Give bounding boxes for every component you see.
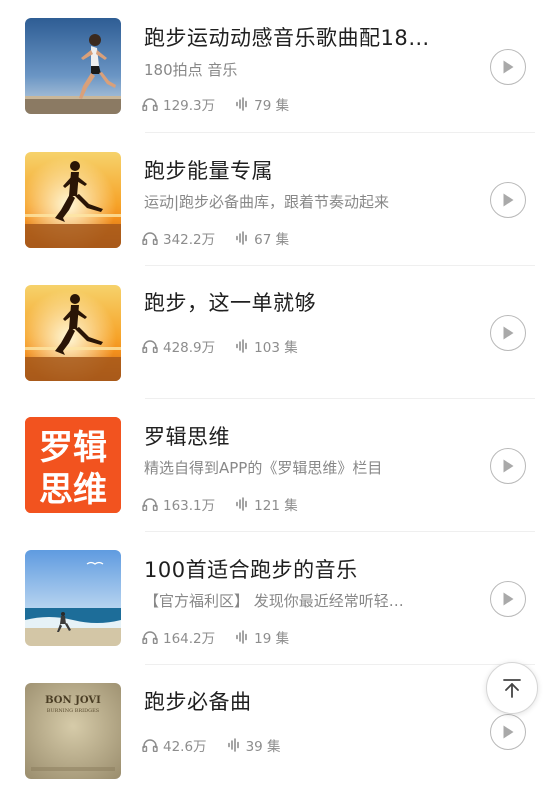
cover-text: 思维 xyxy=(39,470,107,510)
headphones-icon xyxy=(142,98,158,111)
cover-image[interactable]: 罗辑 思维 xyxy=(25,417,121,513)
headphones-icon xyxy=(142,739,158,752)
playlist-title[interactable]: 跑步，这一单就够 xyxy=(144,289,464,317)
playlist-meta: 342.2万 67 集 xyxy=(142,228,309,248)
play-count: 428.9万 xyxy=(142,336,215,356)
episode-count-value: 39 集 xyxy=(245,739,281,755)
headphones-icon xyxy=(142,631,158,644)
episode-count: 39 集 xyxy=(227,735,281,755)
audio-wave-icon xyxy=(236,339,247,353)
cover-text: BURNING BRIDGES xyxy=(47,708,100,714)
play-count-value: 163.1万 xyxy=(163,498,216,514)
playlist-subtitle: 180拍点 音乐 xyxy=(144,61,238,79)
playlist-subtitle: 【官方福利区】 发现你最近经常听轻… xyxy=(144,592,404,610)
runner-sunset-image xyxy=(25,285,121,381)
cover-image[interactable] xyxy=(25,285,121,381)
back-to-top-button[interactable] xyxy=(486,662,538,714)
playlist-subtitle: 精选自得到APP的《罗辑思维》栏目 xyxy=(144,459,383,477)
cover-image[interactable]: BON JOVI BURNING BRIDGES xyxy=(25,683,121,779)
play-button[interactable] xyxy=(490,315,526,351)
play-button[interactable] xyxy=(490,182,526,218)
play-icon xyxy=(503,60,514,74)
play-icon xyxy=(503,592,514,606)
headphones-icon xyxy=(142,232,158,245)
playlist-meta: 163.1万 121 集 xyxy=(142,494,318,514)
play-icon xyxy=(503,326,514,340)
headphones-icon xyxy=(142,340,158,353)
headphones-icon xyxy=(142,498,158,511)
episode-count: 67 集 xyxy=(235,228,289,248)
cover-image[interactable] xyxy=(25,550,121,646)
playlist-title[interactable]: 跑步能量专属 xyxy=(144,157,464,185)
arrow-up-to-top-icon xyxy=(503,679,521,698)
play-icon xyxy=(503,193,514,207)
episode-count: 103 集 xyxy=(235,336,298,356)
runner-sunset-image xyxy=(25,152,121,248)
play-icon xyxy=(503,725,514,739)
episode-count-value: 19 集 xyxy=(254,631,290,647)
list-item[interactable]: BON JOVI BURNING BRIDGES 跑步必备曲 42.6万 39 … xyxy=(0,665,553,798)
luoji-siwei-logo: 罗辑 思维 xyxy=(25,417,121,513)
play-button[interactable] xyxy=(490,581,526,617)
list-item[interactable]: 跑步能量专属 运动|跑步必备曲库，跟着节奏动起来 342.2万 67 集 xyxy=(0,133,553,266)
play-count-value: 164.2万 xyxy=(163,631,216,647)
list-item[interactable]: 罗辑 思维 罗辑思维 精选自得到APP的《罗辑思维》栏目 163.1万 121 … xyxy=(0,399,553,532)
list-item[interactable]: 100首适合跑步的音乐 【官方福利区】 发现你最近经常听轻… 164.2万 19… xyxy=(0,532,553,665)
episode-count: 19 集 xyxy=(235,627,289,647)
playlist-meta: 129.3万 79 集 xyxy=(142,94,309,114)
list-item[interactable]: 跑步，这一单就够 428.9万 103 集 xyxy=(0,266,553,399)
playlist-title[interactable]: 罗辑思维 xyxy=(144,423,464,451)
play-icon xyxy=(503,459,514,473)
runner-beach-image xyxy=(25,18,121,114)
play-button[interactable] xyxy=(490,49,526,85)
play-count-value: 42.6万 xyxy=(163,739,207,755)
audio-wave-icon xyxy=(236,231,247,245)
list-item[interactable]: 跑步运动动感音乐歌曲配18… 180拍点 音乐 129.3万 79 集 xyxy=(0,0,553,133)
cover-text: BON JOVI xyxy=(45,695,101,706)
runner-ocean-image xyxy=(25,550,121,646)
cover-text: 罗辑 xyxy=(39,428,107,468)
play-button[interactable] xyxy=(490,714,526,750)
episode-count-value: 79 集 xyxy=(254,98,290,114)
playlist-meta: 42.6万 39 集 xyxy=(142,735,301,755)
play-count-value: 342.2万 xyxy=(163,232,216,248)
cover-image[interactable] xyxy=(25,18,121,114)
cover-image[interactable] xyxy=(25,152,121,248)
playlist-subtitle: 运动|跑步必备曲库，跟着节奏动起来 xyxy=(144,193,390,211)
playlist-list: 跑步运动动感音乐歌曲配18… 180拍点 音乐 129.3万 79 集 跑步能量… xyxy=(0,0,553,798)
album-cover-image: BON JOVI BURNING BRIDGES xyxy=(25,683,121,779)
play-count: 164.2万 xyxy=(142,627,215,647)
episode-count-value: 67 集 xyxy=(254,232,290,248)
audio-wave-icon xyxy=(236,630,247,644)
play-count: 163.1万 xyxy=(142,494,215,514)
audio-wave-icon xyxy=(227,738,239,752)
playlist-title[interactable]: 跑步必备曲 xyxy=(144,688,464,716)
play-count: 129.3万 xyxy=(142,94,215,114)
episode-count-value: 103 集 xyxy=(254,340,298,356)
play-count: 342.2万 xyxy=(142,228,215,248)
play-count: 42.6万 xyxy=(142,735,207,755)
playlist-meta: 428.9万 103 集 xyxy=(142,336,318,356)
audio-wave-icon xyxy=(236,97,247,111)
playlist-meta: 164.2万 19 集 xyxy=(142,627,309,647)
episode-count: 121 集 xyxy=(235,494,298,514)
play-button[interactable] xyxy=(490,448,526,484)
playlist-title[interactable]: 100首适合跑步的音乐 xyxy=(144,556,464,584)
playlist-title[interactable]: 跑步运动动感音乐歌曲配18… xyxy=(144,24,464,52)
play-count-value: 428.9万 xyxy=(163,340,216,356)
episode-count: 79 集 xyxy=(235,94,289,114)
episode-count-value: 121 集 xyxy=(254,498,298,514)
play-count-value: 129.3万 xyxy=(163,98,216,114)
audio-wave-icon xyxy=(236,497,247,511)
